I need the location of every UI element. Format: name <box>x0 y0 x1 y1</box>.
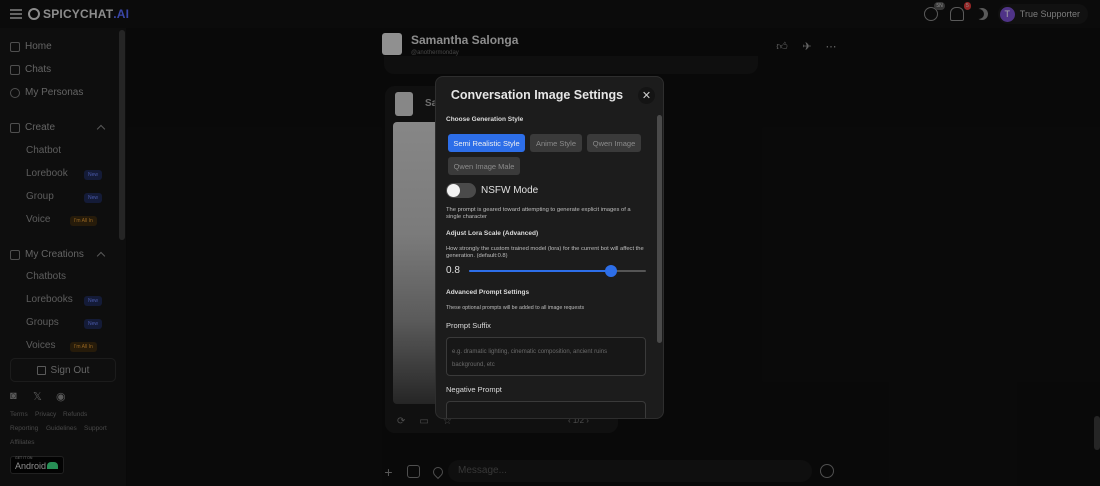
nsfw-toggle[interactable] <box>446 183 476 198</box>
nsfw-description: The prompt is geared toward attempting t… <box>446 207 631 220</box>
section-title-style: Choose Generation Style <box>446 116 524 123</box>
lora-slider[interactable] <box>469 265 646 277</box>
prompt-suffix-label: Prompt Suffix <box>446 321 491 330</box>
section-title-lora: Adjust Lora Scale (Advanced) <box>446 230 539 237</box>
style-qwen-image-male-button[interactable]: Qwen Image Male <box>448 157 520 175</box>
prompt-suffix-placeholder: e.g. dramatic lighting, cinematic compos… <box>452 349 608 368</box>
modal-title: Conversation Image Settings <box>450 88 624 102</box>
slider-fill <box>469 270 611 272</box>
image-settings-modal: Conversation Image Settings ✕ Choose Gen… <box>435 76 664 419</box>
negative-prompt-label: Negative Prompt <box>446 385 502 394</box>
prompt-suffix-input[interactable]: e.g. dramatic lighting, cinematic compos… <box>446 337 646 376</box>
style-semi-realistic-button[interactable]: Semi Realistic Style <box>448 134 525 152</box>
section-title-advanced: Advanced Prompt Settings <box>446 289 530 296</box>
close-button[interactable]: ✕ <box>638 87 655 104</box>
advanced-description: These optional prompts will be added to … <box>446 305 585 311</box>
negative-prompt-input[interactable] <box>446 401 646 418</box>
style-qwen-image-button[interactable]: Qwen Image <box>587 134 641 152</box>
modal-scrollbar[interactable] <box>657 115 662 343</box>
toggle-knob <box>447 184 460 197</box>
nsfw-label: NSFW Mode <box>481 185 539 196</box>
close-icon: ✕ <box>641 90 652 102</box>
lora-value: 0.8 <box>446 265 460 276</box>
slider-handle[interactable] <box>604 265 617 277</box>
style-anime-button[interactable]: Anime Style <box>530 134 582 152</box>
lora-description: How strongly the custom trained model (l… <box>446 246 644 259</box>
